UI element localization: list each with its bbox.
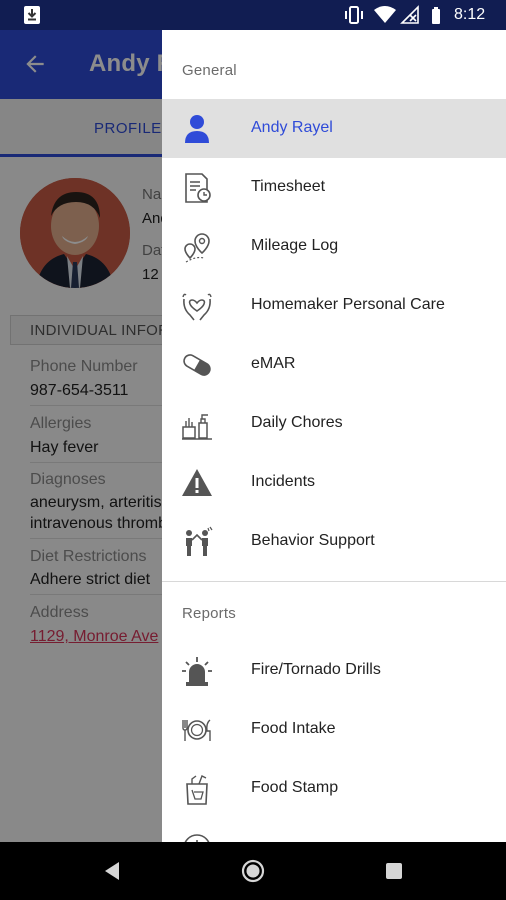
- recents-square-icon[interactable]: [382, 859, 406, 883]
- drawer-item-label: Homemaker Personal Care: [251, 296, 445, 313]
- drawer-item-label: Incidents: [251, 473, 316, 490]
- no-signal-icon: [400, 5, 419, 24]
- warning-icon: [182, 469, 212, 496]
- drawer-item-emar[interactable]: eMAR: [162, 335, 506, 394]
- download-icon: [24, 6, 40, 24]
- drawer-item-timesheet[interactable]: Timesheet: [162, 158, 506, 217]
- drawer-item-food-intake[interactable]: Food Intake: [162, 700, 506, 759]
- drawer-item-label: Andy Rayel: [251, 119, 333, 136]
- person-icon: [185, 115, 209, 143]
- drawer-item-daily-chores[interactable]: Daily Chores: [162, 394, 506, 453]
- navigation-drawer: General Andy Rayel Timesheet Mileage Log: [162, 30, 506, 842]
- drawer-item-label: Fire/Tornado Drills: [251, 661, 381, 678]
- drawer-item-partial[interactable]: [162, 818, 506, 842]
- pill-icon: [183, 354, 211, 376]
- drawer-item-label: eMAR: [251, 355, 296, 372]
- section-reports: Reports: [182, 605, 236, 622]
- drawer-item-label: Daily Chores: [251, 414, 343, 431]
- status-icons: [345, 5, 440, 24]
- drawer-item-behavior-support[interactable]: Behavior Support: [162, 512, 506, 571]
- drawer-item-label: Mileage Log: [251, 237, 339, 254]
- drawer-item-andy-rayel[interactable]: Andy Rayel: [162, 99, 506, 158]
- drawer-divider: [162, 581, 506, 582]
- battery-icon: [432, 7, 440, 24]
- system-nav-bar: [0, 842, 506, 900]
- section-general: General: [182, 62, 237, 79]
- drawer-item-mileage-log[interactable]: Mileage Log: [162, 217, 506, 276]
- drawer-item-label: Food Intake: [251, 720, 336, 737]
- hands-heart-icon: [182, 293, 212, 321]
- back-triangle-icon[interactable]: [100, 859, 124, 883]
- map-pin-icon: [184, 233, 210, 263]
- status-bar: 8:12: [0, 0, 506, 30]
- drawer-item-incidents[interactable]: Incidents: [162, 453, 506, 512]
- home-circle-icon[interactable]: [241, 859, 265, 883]
- grocery-bag-icon: [186, 775, 208, 805]
- drawer-item-label: Behavior Support: [251, 532, 375, 549]
- drawer-item-homemaker-personal-care[interactable]: Homemaker Personal Care: [162, 276, 506, 335]
- alarm-siren-icon: [182, 657, 212, 686]
- vibrate-icon: [345, 6, 363, 24]
- clock-icon: [184, 834, 210, 842]
- timesheet-icon: [185, 173, 211, 203]
- wifi-icon: [374, 6, 396, 23]
- drawer-item-food-stamp[interactable]: Food Stamp: [162, 759, 506, 818]
- drawer-item-label: Timesheet: [251, 178, 326, 195]
- chores-icon: [182, 414, 212, 440]
- drawer-item-label: Food Stamp: [251, 779, 339, 796]
- status-time: 8:12: [454, 6, 486, 23]
- plate-cutlery-icon: [182, 719, 211, 741]
- drawer-item-fire-tornado-drills[interactable]: Fire/Tornado Drills: [162, 641, 506, 700]
- people-support-icon: [186, 526, 213, 556]
